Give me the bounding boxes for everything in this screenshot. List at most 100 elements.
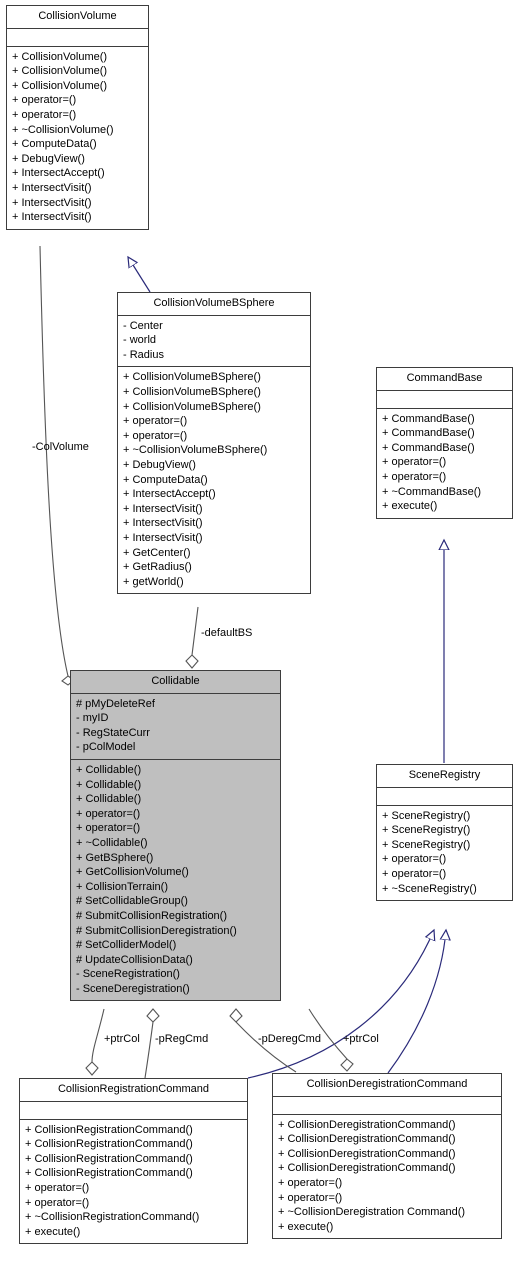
operation: # SubmitCollisionDeregistration() [76,924,237,937]
aggregation-defaultbs [185,606,199,669]
operation: + operator=() [12,94,77,107]
operation: + CommandBase() [382,427,475,440]
operation: + ~CommandBase() [382,485,482,498]
class-title: CollisionVolumeBSphere [118,293,310,316]
uml-class-diagram: CollisionVolume + CollisionVolume() + Co… [0,0,519,1272]
class-operations: + SceneRegistry() + SceneRegistry() + Sc… [377,806,512,901]
operation: + DebugView() [12,152,85,165]
operation: + CommandBase() [382,412,475,425]
operation: + SceneRegistry() [382,824,471,837]
operation: - SceneRegistration() [76,968,180,981]
class-attributes: - Center - world - Radius [118,316,310,368]
class-operations: + CollisionDeregistrationCommand() + Col… [273,1115,501,1239]
operation: + CollisionRegistrationCommand() [25,1167,193,1180]
operation: + execute() [278,1220,334,1233]
operation: + IntersectVisit() [123,502,203,515]
class-operations: + CollisionVolume() + CollisionVolume() … [7,47,148,229]
operation: # SetCollidableGroup() [76,895,188,908]
operation: + Collidable() [76,793,142,806]
class-box-scene-registry[interactable]: SceneRegistry + SceneRegistry() + SceneR… [376,764,513,902]
attribute: - myID [76,712,109,725]
operation: + IntersectAccept() [12,167,105,180]
class-title: CollisionRegistrationCommand [20,1079,247,1102]
inheritance-bsphere-to-collisionvolume [128,257,151,293]
class-box-collision-volume[interactable]: CollisionVolume + CollisionVolume() + Co… [6,5,149,230]
class-box-collidable[interactable]: Collidable # pMyDeleteRef - myID - RegSt… [70,670,281,1002]
operation: + operator=() [382,853,447,866]
class-box-collision-volume-bsphere[interactable]: CollisionVolumeBSphere - Center - world … [117,292,311,595]
attribute: # pMyDeleteRef [76,697,155,710]
operation: + GetBSphere() [76,851,154,864]
operation: # SetColliderModel() [76,939,177,952]
operation: + operator=() [25,1181,90,1194]
operation: + CollisionDeregistrationCommand() [278,1162,456,1175]
operation: + operator=() [278,1176,343,1189]
operation: + execute() [382,500,438,513]
operation: + CollisionTerrain() [76,880,169,893]
class-box-command-base[interactable]: CommandBase + CommandBase() + CommandBas… [376,367,513,519]
operation: + ComputeData() [123,473,208,486]
edge-label-pregcmd: -pRegCmd [155,1033,209,1045]
class-box-collision-deregistration-command[interactable]: CollisionDeregistrationCommand + Collisi… [272,1073,502,1240]
operation: + GetCenter() [123,546,191,559]
class-attributes: # pMyDeleteRef - myID - RegStateCurr - p… [71,694,280,760]
operation: + ~SceneRegistry() [382,882,477,895]
attribute: - Radius [123,348,164,361]
class-attributes [273,1097,501,1115]
operation: + CollisionRegistrationCommand() [25,1123,193,1136]
operation: + CollisionDeregistrationCommand() [278,1118,456,1131]
class-operations: + CollisionRegistrationCommand() + Colli… [20,1120,247,1244]
operation: + operator=() [382,470,447,483]
edge-label-colvolume: -ColVolume [32,441,89,453]
operation: + CollisionRegistrationCommand() [25,1152,193,1165]
operation: + operator=() [123,429,188,442]
edge-label-ptrcol-left: +ptrCol [104,1033,140,1045]
attribute: - world [123,334,157,347]
association-deregcmd-to-sceneregistry [387,930,446,1074]
operation: + ~CollisionRegistrationCommand() [25,1211,200,1224]
operation: + CommandBase() [382,441,475,454]
attribute: - pColModel [76,741,136,754]
class-title: CommandBase [377,368,512,391]
operation: + IntersectVisit() [12,181,92,194]
operation: + GetCollisionVolume() [76,866,189,879]
operation: + ~CollisionDeregistration Command() [278,1206,466,1219]
operation: + Collidable() [76,763,142,776]
operation: - SceneDeregistration() [76,982,190,995]
operation: + SceneRegistry() [382,809,471,822]
operation: + CollisionDeregistrationCommand() [278,1147,456,1160]
operation: + IntersectVisit() [12,196,92,209]
operation: + ~Collidable() [76,836,148,849]
aggregation-colvolume [39,245,75,686]
operation: + CollisionDeregistrationCommand() [278,1133,456,1146]
operation: + CollisionVolume() [12,79,108,92]
operation: # SubmitCollisionRegistration() [76,909,228,922]
operation: + SceneRegistry() [382,838,471,851]
class-operations: + CollisionVolumeBSphere() + CollisionVo… [118,367,310,593]
class-box-collision-registration-command[interactable]: CollisionRegistrationCommand + Collision… [19,1078,248,1245]
attribute: - RegStateCurr [76,726,150,739]
operation: + IntersectVisit() [123,531,203,544]
operation: + CollisionRegistrationCommand() [25,1138,193,1151]
operation: + IntersectAccept() [123,488,216,501]
edge-label-defaultbs: -defaultBS [201,627,253,639]
operation: + ~CollisionVolumeBSphere() [123,444,268,457]
operation: + Collidable() [76,778,142,791]
operation: + GetRadius() [123,561,192,574]
operation: + DebugView() [123,458,196,471]
operation: + ComputeData() [12,138,97,151]
operation: + operator=() [382,867,447,880]
operation: + operator=() [25,1196,90,1209]
class-attributes [20,1102,247,1120]
class-title: CollisionVolume [7,6,148,29]
operation: # UpdateCollisionData() [76,953,193,966]
class-operations: + Collidable() + Collidable() + Collidab… [71,760,280,1001]
operation: + operator=() [12,108,77,121]
operation: + getWorld() [123,575,184,588]
edge-label-pderegcmd: -pDeregCmd [258,1033,321,1045]
aggregation-ptrcol-left [85,1008,105,1076]
class-attributes [7,29,148,47]
operation: + CollisionVolumeBSphere() [123,400,261,413]
edge-label-ptrcol-right: +ptrCol [343,1033,379,1045]
operation: + CollisionVolume() [12,50,108,63]
